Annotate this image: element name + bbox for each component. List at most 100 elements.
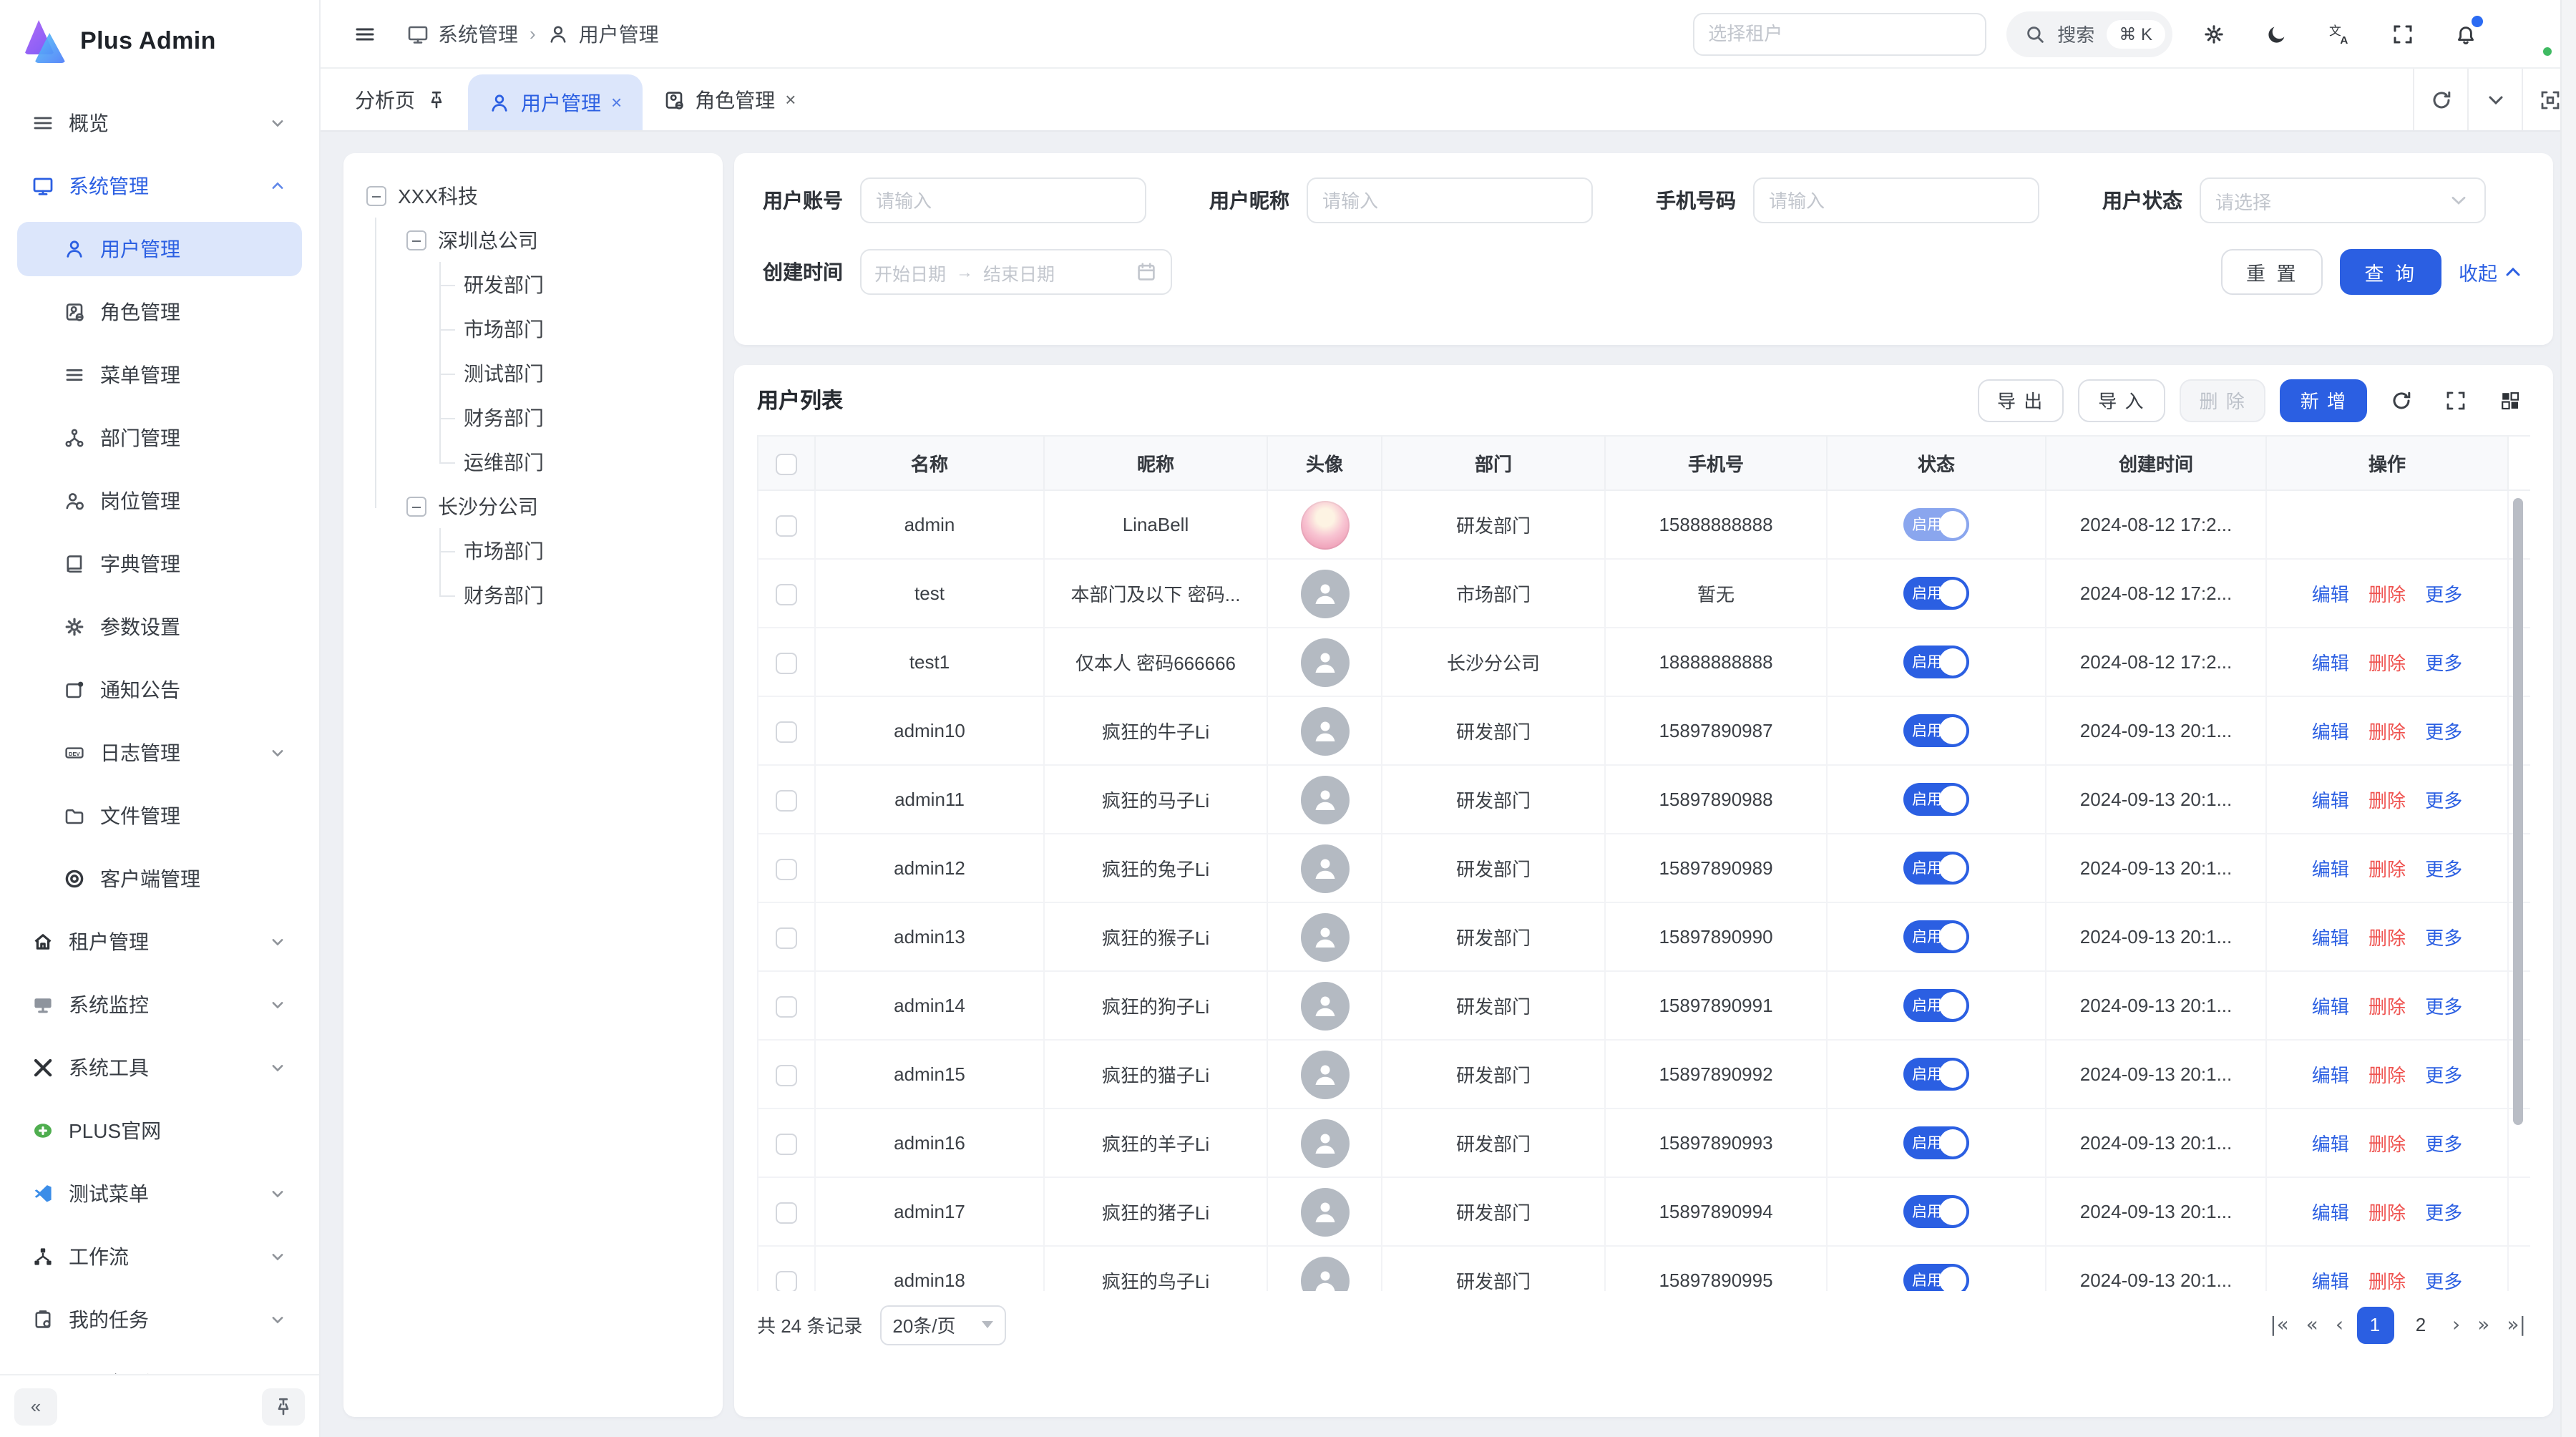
- more-link[interactable]: 更多: [2425, 653, 2462, 674]
- status-toggle[interactable]: 启用: [1903, 852, 1969, 885]
- phone-input[interactable]: [1753, 177, 2039, 223]
- delete-link[interactable]: 删除: [2368, 584, 2406, 605]
- column-settings-button[interactable]: [2490, 380, 2530, 420]
- column-header[interactable]: 创建时间: [2046, 436, 2266, 490]
- sidebar-item-plus-site[interactable]: PLUS官网: [17, 1099, 302, 1162]
- status-select[interactable]: 请选择: [2200, 177, 2486, 223]
- edit-link[interactable]: 编辑: [2312, 859, 2349, 880]
- edit-link[interactable]: 编辑: [2312, 584, 2349, 605]
- sidebar-item-tenant-mgmt[interactable]: 租户管理: [17, 910, 302, 973]
- sidebar-item-log-mgmt[interactable]: DEV 日志管理: [17, 721, 302, 784]
- column-header[interactable]: 头像: [1267, 436, 1382, 490]
- column-header[interactable]: 部门: [1382, 436, 1605, 490]
- page-number-button[interactable]: 2: [2402, 1306, 2439, 1343]
- tenant-select-input[interactable]: [1692, 12, 1986, 55]
- delete-link[interactable]: 删除: [2368, 1271, 2406, 1291]
- collapse-filters-link[interactable]: 收起: [2459, 258, 2524, 286]
- dark-mode-moon-icon[interactable]: [2255, 12, 2298, 55]
- edit-link[interactable]: 编辑: [2312, 1134, 2349, 1155]
- page-size-select[interactable]: 20条/页: [879, 1305, 1005, 1345]
- logo[interactable]: Plus Admin: [0, 0, 319, 83]
- pin-icon[interactable]: [425, 88, 448, 111]
- delete-link[interactable]: 删除: [2368, 790, 2406, 812]
- status-toggle[interactable]: 启用: [1903, 920, 1969, 953]
- last-page-button[interactable]: »|: [2502, 1313, 2530, 1336]
- status-toggle[interactable]: 启用: [1903, 714, 1969, 747]
- delete-link[interactable]: 删除: [2368, 1065, 2406, 1086]
- more-link[interactable]: 更多: [2425, 721, 2462, 743]
- reset-button[interactable]: 重 置: [2222, 249, 2323, 295]
- more-link[interactable]: 更多: [2425, 1202, 2462, 1224]
- tree-node-dept[interactable]: 测试部门: [358, 351, 708, 395]
- page-number-button[interactable]: 1: [2356, 1306, 2394, 1343]
- delete-link[interactable]: 删除: [2368, 859, 2406, 880]
- tree-node-dept[interactable]: 研发部门: [358, 262, 708, 306]
- breadcrumb-user-mgmt[interactable]: 用户管理: [547, 19, 659, 48]
- delete-link[interactable]: 删除: [2368, 1202, 2406, 1224]
- row-checkbox[interactable]: [776, 789, 797, 811]
- row-checkbox[interactable]: [776, 721, 797, 742]
- tree-node-company[interactable]: 长沙分公司: [358, 484, 708, 528]
- edit-link[interactable]: 编辑: [2312, 1065, 2349, 1086]
- row-checkbox[interactable]: [776, 927, 797, 948]
- first-page-button[interactable]: |«: [2265, 1313, 2293, 1336]
- more-link[interactable]: 更多: [2425, 1065, 2462, 1086]
- row-checkbox[interactable]: [776, 1064, 797, 1086]
- sidebar-item-dict-mgmt[interactable]: 字典管理: [17, 532, 302, 595]
- next-page-button[interactable]: ›: [2448, 1313, 2464, 1336]
- status-toggle[interactable]: 启用: [1903, 1058, 1969, 1091]
- sidebar-item-user-mgmt[interactable]: 用户管理: [17, 218, 302, 281]
- delete-button[interactable]: 删 除: [2180, 379, 2266, 422]
- sidebar-item-workflow[interactable]: 工作流: [17, 1225, 302, 1288]
- settings-gear-icon[interactable]: [2192, 12, 2235, 55]
- column-header[interactable]: 手机号: [1605, 436, 1827, 490]
- status-toggle[interactable]: 启用: [1903, 783, 1969, 816]
- edit-link[interactable]: 编辑: [2312, 1271, 2349, 1291]
- delete-link[interactable]: 删除: [2368, 927, 2406, 949]
- prev-page-button[interactable]: ‹: [2331, 1313, 2348, 1336]
- collapse-minus-icon[interactable]: [366, 185, 386, 205]
- collapse-minus-icon[interactable]: [406, 230, 426, 250]
- tab-user-mgmt[interactable]: 用户管理 ×: [468, 74, 642, 130]
- tree-node-dept[interactable]: 财务部门: [358, 573, 708, 617]
- global-search[interactable]: 搜索 ⌘ K: [2006, 11, 2172, 57]
- account-input[interactable]: [860, 177, 1146, 223]
- sidebar-item-system-tools[interactable]: 系统工具: [17, 1036, 302, 1099]
- hamburger-menu-icon[interactable]: [343, 12, 386, 55]
- row-checkbox[interactable]: [776, 1270, 797, 1291]
- column-header[interactable]: 状态: [1827, 436, 2046, 490]
- next-more-button[interactable]: »: [2473, 1313, 2494, 1336]
- status-toggle[interactable]: 启用: [1903, 577, 1969, 610]
- status-toggle[interactable]: 启用: [1903, 1264, 1969, 1291]
- status-toggle[interactable]: 启用: [1903, 989, 1969, 1022]
- sidebar-item-dept-mgmt[interactable]: 部门管理: [17, 406, 302, 469]
- sidebar-item-notice[interactable]: 通知公告: [17, 658, 302, 721]
- more-link[interactable]: 更多: [2425, 1271, 2462, 1291]
- close-icon[interactable]: ×: [611, 93, 622, 112]
- close-icon[interactable]: ×: [785, 90, 796, 109]
- edit-link[interactable]: 编辑: [2312, 996, 2349, 1018]
- tab-role-mgmt[interactable]: 角色管理 ×: [642, 69, 816, 130]
- tree-node-company[interactable]: 深圳总公司: [358, 218, 708, 262]
- row-checkbox[interactable]: [776, 858, 797, 880]
- delete-link[interactable]: 删除: [2368, 653, 2406, 674]
- search-button[interactable]: 查 询: [2340, 249, 2441, 295]
- more-link[interactable]: 更多: [2425, 584, 2462, 605]
- more-link[interactable]: 更多: [2425, 790, 2462, 812]
- sidebar-item-post-mgmt[interactable]: 岗位管理: [17, 469, 302, 532]
- edit-link[interactable]: 编辑: [2312, 927, 2349, 949]
- tree-node-root[interactable]: XXX科技: [358, 173, 708, 218]
- edit-link[interactable]: 编辑: [2312, 721, 2349, 743]
- date-range-picker[interactable]: 开始日期 → 结束日期: [860, 249, 1172, 295]
- table-fullscreen-button[interactable]: [2436, 380, 2476, 420]
- edit-link[interactable]: 编辑: [2312, 1202, 2349, 1224]
- sidebar-item-overview[interactable]: 概览: [17, 92, 302, 155]
- more-link[interactable]: 更多: [2425, 859, 2462, 880]
- row-checkbox[interactable]: [776, 583, 797, 605]
- sidebar-item-param-settings[interactable]: 参数设置: [17, 595, 302, 658]
- table-scrollbar-thumb[interactable]: [2513, 498, 2523, 1125]
- table-refresh-button[interactable]: [2381, 380, 2421, 420]
- status-toggle[interactable]: 启用: [1903, 1126, 1969, 1159]
- row-checkbox[interactable]: [776, 652, 797, 673]
- row-checkbox[interactable]: [776, 1133, 797, 1154]
